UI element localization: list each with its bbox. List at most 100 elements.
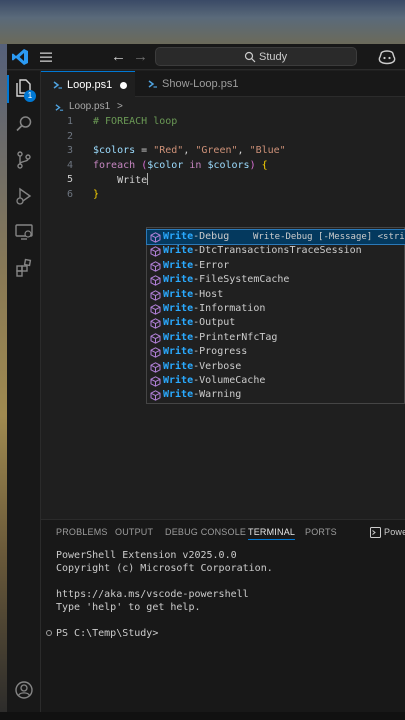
- suggestion-item[interactable]: Write-Verbose: [147, 360, 405, 374]
- active-indicator: [7, 75, 9, 103]
- terminal-line: https://aka.ms/vscode-powershell: [56, 589, 249, 600]
- suggestion-item[interactable]: Write-Debug Write-Debug [-Message] <strin…: [146, 228, 405, 246]
- code-string: "Blue": [249, 145, 286, 156]
- panel-tab-ports[interactable]: PORTS: [305, 525, 337, 539]
- tab-label: Show-Loop.ps1: [162, 78, 239, 90]
- method-cube-icon: [150, 361, 161, 373]
- terminal-prompt[interactable]: PS C:\Temp\Study>: [56, 627, 158, 640]
- copilot-icon[interactable]: [377, 48, 397, 66]
- title-bar: ← → Study: [7, 44, 405, 70]
- tab-loop-ps1[interactable]: Loop.ps1: [41, 71, 135, 97]
- command-center-search[interactable]: Study: [155, 47, 357, 66]
- terminal-shell-label[interactable]: Powe: [384, 525, 405, 539]
- suggestion-match: Write: [163, 346, 194, 358]
- tab-show-loop-ps1[interactable]: Show-Loop.ps1: [136, 71, 246, 97]
- code-typed-text: Write: [117, 175, 148, 186]
- method-cube-icon: [150, 246, 161, 258]
- suggestion-item[interactable]: Write-Host: [147, 288, 405, 302]
- suggestion-label: Write-DtcTransactionsTraceSession: [163, 244, 362, 258]
- method-cube-icon: [150, 275, 161, 286]
- vscode-window: ← → Study 1 Loop.ps1 Show-Loop.ps1 Loop.…: [7, 44, 405, 712]
- suggestion-label: Write-Debug: [163, 230, 229, 244]
- code-variable: $colors: [93, 145, 136, 156]
- suggestion-item[interactable]: Write-Output: [147, 316, 405, 330]
- method-cube-icon: [150, 347, 161, 358]
- code-comma: ,: [237, 145, 250, 156]
- unsaved-dot-icon[interactable]: [120, 82, 127, 89]
- editor-tabs: Loop.ps1 Show-Loop.ps1: [41, 71, 405, 97]
- bottom-panel: PROBLEMS OUTPUT DEBUG CONSOLE TERMINAL P…: [41, 519, 405, 712]
- desktop-background-top: [0, 0, 405, 44]
- suggestion-match: Write: [163, 389, 194, 401]
- panel-tab-debug-console[interactable]: DEBUG CONSOLE: [165, 525, 246, 539]
- panel-tab-output[interactable]: OUTPUT: [115, 525, 153, 539]
- suggestion-label: Write-Verbose: [163, 360, 241, 374]
- extensions-icon: [16, 258, 32, 277]
- suggestion-rest: -Verbose: [193, 360, 242, 372]
- intellisense-suggest-widget: Write-Debug Write-Debug [-Message] <strin…: [146, 227, 405, 404]
- hamburger-menu-icon[interactable]: [38, 49, 54, 65]
- code-brace: {: [261, 159, 268, 171]
- activity-accounts[interactable]: [7, 673, 41, 707]
- suggestion-item[interactable]: Write-Error: [147, 259, 405, 273]
- vscode-logo-icon[interactable]: [11, 48, 29, 66]
- suggestion-item[interactable]: Write-Progress: [147, 345, 405, 359]
- line-number-current: 5: [66, 174, 73, 185]
- suggestion-match: Write: [163, 303, 194, 314]
- suggestion-rest: -PrinterNfcTag: [193, 331, 278, 343]
- suggestion-label: Write-Error: [163, 259, 229, 273]
- suggestion-rest: -Warning: [193, 389, 242, 401]
- terminal-shell-icon[interactable]: [370, 527, 381, 538]
- panel-tab-problems[interactable]: PROBLEMS: [56, 525, 108, 539]
- code-variable: $colors: [207, 159, 250, 171]
- suggestion-rest: -Error: [193, 259, 230, 271]
- desktop-background-bottom: [0, 712, 405, 720]
- suggestion-label: Write-Warning: [163, 388, 241, 402]
- breadcrumb-file[interactable]: Loop.ps1: [69, 99, 110, 115]
- search-icon: [16, 116, 32, 132]
- suggestion-item[interactable]: Write-VolumeCache: [147, 374, 405, 388]
- panel-tab-terminal[interactable]: TERMINAL: [248, 525, 296, 540]
- activity-extensions[interactable]: [7, 251, 41, 285]
- suggestion-item[interactable]: Write-Information: [147, 302, 405, 316]
- suggestion-match: Write: [163, 331, 194, 343]
- method-cube-icon: [150, 318, 161, 330]
- forward-arrow-icon[interactable]: →: [133, 48, 148, 66]
- suggestion-label: Write-PrinterNfcTag: [163, 331, 277, 345]
- suggestion-match: Write: [163, 245, 194, 257]
- code-line-6: }: [93, 188, 99, 203]
- suggestion-rest: -FileSystemCache: [193, 274, 290, 286]
- line-number: 6: [66, 188, 73, 200]
- suggestion-match: Write: [163, 274, 194, 286]
- method-cube-icon: [150, 261, 161, 272]
- account-icon: [15, 681, 33, 699]
- line-number: 2: [66, 130, 73, 142]
- suggestion-item[interactable]: Write-Warning: [147, 388, 405, 402]
- method-cube-icon: [150, 333, 161, 344]
- activity-source-control[interactable]: [7, 143, 41, 177]
- method-cube-icon: [150, 304, 161, 315]
- method-cube-icon: [150, 390, 161, 402]
- activity-explorer[interactable]: 1: [7, 71, 41, 105]
- suggestion-item[interactable]: Write-FileSystemCache: [147, 273, 405, 287]
- activity-search[interactable]: [7, 107, 41, 141]
- method-cube-icon: [150, 289, 161, 301]
- back-arrow-icon[interactable]: ←: [111, 48, 126, 66]
- code-keyword: foreach: [93, 159, 136, 171]
- activity-remote-explorer[interactable]: [7, 215, 41, 249]
- powershell-file-icon: [53, 81, 62, 89]
- suggestion-item[interactable]: Write-DtcTransactionsTraceSession: [147, 244, 405, 258]
- activity-manage[interactable]: [7, 709, 41, 712]
- tab-label: Loop.ps1: [67, 79, 113, 91]
- activity-run-debug[interactable]: [7, 179, 41, 213]
- suggestion-rest: -Output: [193, 317, 236, 329]
- code-string: "Red": [153, 145, 184, 156]
- command-decoration-icon: [46, 630, 52, 636]
- code-string: "Green": [195, 145, 238, 156]
- run-debug-icon: [16, 187, 32, 205]
- suggestion-match: Write: [163, 231, 194, 242]
- suggestion-item[interactable]: Write-PrinterNfcTag: [147, 331, 405, 345]
- suggestion-match: Write: [163, 288, 194, 300]
- code-line-4: foreach ($color in $colors) {: [93, 159, 268, 174]
